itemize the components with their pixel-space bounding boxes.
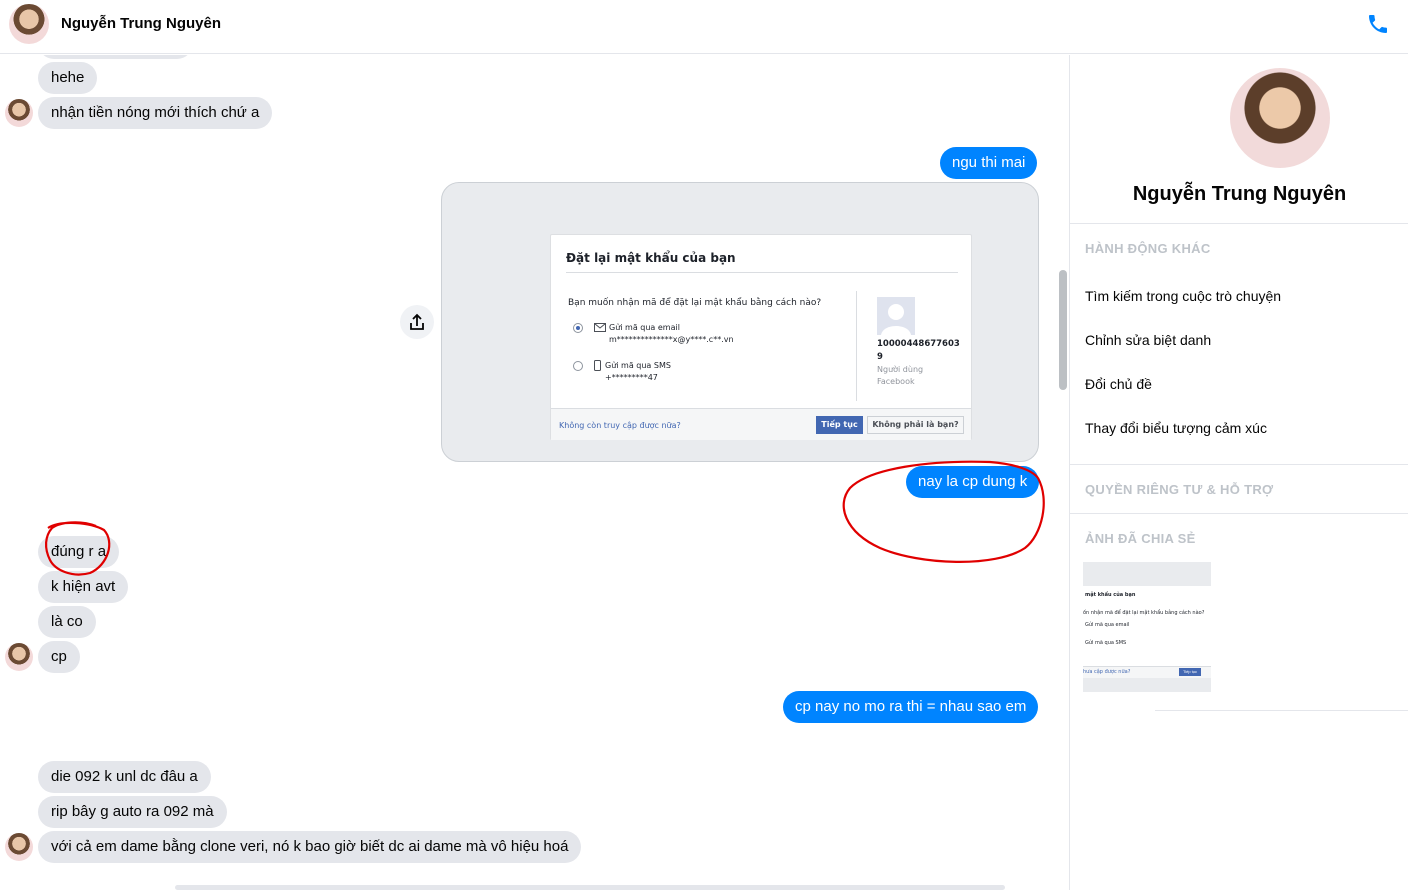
message-incoming[interactable]: đúng r a <box>38 536 120 568</box>
section-privacy-support[interactable]: QUYỀN RIÊNG TƯ & HỖ TRỢ <box>1085 482 1273 497</box>
card-question: Bạn muốn nhận mã để đặt lại mật khẩu bằn… <box>568 298 822 308</box>
thumb-background <box>1083 678 1211 692</box>
card-footer: Không còn truy cập được nữa? Tiếp tục Kh… <box>551 408 971 440</box>
user-role: Người dùng Facebook <box>877 365 924 386</box>
message-incoming[interactable]: hehe <box>38 62 98 94</box>
divider <box>1070 223 1408 224</box>
message-incoming[interactable]: k hiện avt <box>38 571 129 603</box>
action-edit-nickname[interactable]: Chỉnh sửa biệt danh <box>1085 332 1211 348</box>
message-outgoing[interactable]: nay la cp dung k <box>906 466 1040 498</box>
divider <box>566 272 958 273</box>
thumb-button: Tiếp tục <box>1179 668 1201 676</box>
message-incoming[interactable]: với cả em dame bằng clone veri, nó k bao… <box>38 831 582 863</box>
email-icon <box>594 323 606 332</box>
message-incoming[interactable]: rip bây g auto ra 092 mà <box>38 796 227 828</box>
sender-avatar <box>5 643 33 671</box>
profile-avatar[interactable] <box>1230 68 1330 168</box>
divider <box>1070 464 1408 465</box>
thumb-text: Gửi mã qua SMS <box>1085 640 1127 646</box>
section-shared-photos[interactable]: ẢNH ĐÃ CHIA SẺ <box>1085 531 1196 546</box>
contact-name[interactable]: Nguyễn Trung Nguyên <box>61 15 221 32</box>
option-sms-label: Gửi mã qua SMS <box>605 361 671 370</box>
user-id: 100004486776039 <box>877 339 960 362</box>
option-email-label: Gửi mã qua email <box>609 323 680 332</box>
divider <box>856 291 857 401</box>
message-incoming[interactable]: nhận tiền nóng mới thích chứ a <box>38 97 273 129</box>
message-outgoing[interactable]: cp nay no mo ra thi = nhau sao em <box>783 691 1039 723</box>
message-incoming[interactable]: là co <box>38 606 96 638</box>
card-title: Đặt lại mật khẩu của bạn <box>566 251 736 265</box>
shared-photo-thumbnail[interactable]: mật khẩu của bạn ốn nhận mã để đặt lại m… <box>1083 562 1211 692</box>
conversation-info-panel: Nguyễn Trung Nguyên HÀNH ĐỘNG KHÁC Tìm k… <box>1069 55 1408 890</box>
phone-icon[interactable] <box>1366 12 1390 36</box>
continue-button: Tiếp tục <box>816 416 863 434</box>
action-change-theme[interactable]: Đổi chủ đề <box>1085 376 1152 392</box>
thumb-background <box>1083 562 1211 586</box>
sender-avatar <box>5 99 33 127</box>
share-button[interactable] <box>400 305 434 339</box>
message-list[interactable]: hehe nhận tiền nóng mới thích chứ a ngu … <box>0 55 1068 890</box>
share-icon <box>410 313 424 330</box>
action-search-conversation[interactable]: Tìm kiếm trong cuộc trò chuyện <box>1085 288 1281 304</box>
divider <box>1070 513 1408 514</box>
reset-password-card: Đặt lại mật khẩu của bạn Bạn muốn nhận m… <box>550 234 972 440</box>
not-you-button: Không phải là bạn? <box>867 416 964 434</box>
action-change-emoji[interactable]: Thay đổi biểu tượng cảm xúc <box>1085 420 1267 436</box>
composer-edge <box>175 885 1005 890</box>
section-more-actions[interactable]: HÀNH ĐỘNG KHÁC <box>1085 241 1211 256</box>
message-outgoing[interactable]: ngu thi mai <box>940 147 1038 179</box>
image-message[interactable]: Đặt lại mật khẩu của bạn Bạn muốn nhận m… <box>441 182 1039 462</box>
thumb-text: hưa cập được nữa? <box>1083 669 1131 675</box>
profile-name[interactable]: Nguyễn Trung Nguyên <box>1070 183 1408 206</box>
option-sms-value: +*********47 <box>605 373 658 382</box>
message-incoming[interactable]: cp <box>38 641 80 673</box>
option-email-value: m**************x@y****.c**.vn <box>609 335 734 344</box>
sender-avatar <box>5 833 33 861</box>
message-bubble-partial <box>38 55 193 59</box>
radio-email <box>573 323 583 333</box>
mobile-icon <box>594 360 601 371</box>
thumb-text: Gửi mã qua email <box>1085 622 1130 628</box>
message-incoming[interactable]: die 092 k unl dc đâu a <box>38 761 211 793</box>
radio-sms <box>573 361 583 371</box>
default-avatar-icon <box>877 297 915 335</box>
no-access-link: Không còn truy cập được nữa? <box>559 421 681 430</box>
chat-header: Nguyễn Trung Nguyên <box>0 0 1408 54</box>
thumb-text: ốn nhận mã để đặt lại mật khẩu bằng cách… <box>1083 610 1205 616</box>
thumb-text: mật khẩu của bạn <box>1085 592 1136 598</box>
contact-avatar[interactable] <box>9 4 49 44</box>
divider <box>1155 710 1408 711</box>
chat-scrollbar[interactable] <box>1059 270 1067 390</box>
